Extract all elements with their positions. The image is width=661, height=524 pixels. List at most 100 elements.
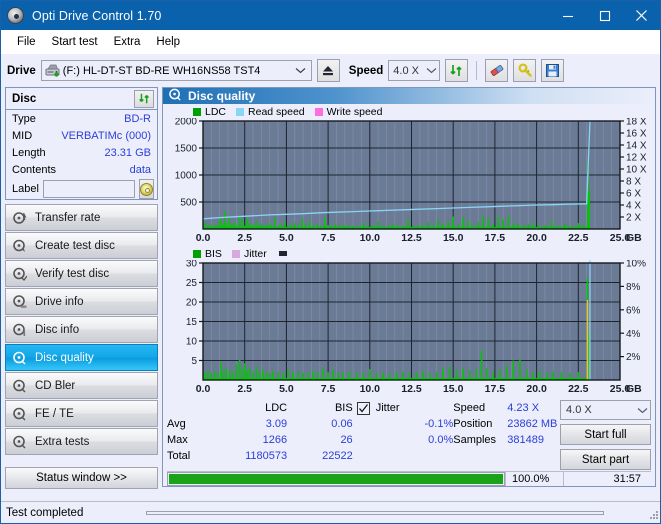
total-ldc: 1180573: [245, 450, 288, 462]
disc-label-input[interactable]: [42, 180, 135, 198]
status-bar: Test completed: [1, 501, 660, 523]
save-button[interactable]: [541, 59, 565, 82]
eject-button[interactable]: [316, 59, 340, 82]
menu-item-file[interactable]: File: [9, 34, 44, 50]
disc-value: 23.31 GB: [104, 146, 151, 159]
toolbar-separator: [476, 61, 478, 80]
sidebar-item-verify-test-disc[interactable]: Verify test disc: [5, 260, 158, 287]
sidebar-item-cd-bler[interactable]: CD Bler: [5, 372, 158, 399]
sidebar-item-extra-tests[interactable]: Extra tests: [5, 428, 158, 455]
sidebar-item-label: Verify test disc: [35, 267, 110, 280]
start-full-button[interactable]: Start full: [560, 424, 651, 445]
svg-text:10.0: 10.0: [360, 383, 381, 395]
chevron-down-icon[interactable]: [634, 407, 650, 414]
minimize-icon[interactable]: [549, 1, 586, 30]
panel-elapsed-time: 31:57: [563, 472, 651, 486]
column-header-bis: BIS: [334, 402, 353, 414]
svg-text:8 X: 8 X: [626, 177, 641, 188]
close-icon[interactable]: [623, 1, 660, 30]
refresh-button[interactable]: [445, 59, 469, 82]
disc-transfer-icon: [13, 211, 27, 225]
legend-label-read-speed: Read speed: [248, 105, 305, 118]
menu-item-extra[interactable]: Extra: [106, 34, 149, 50]
sidebar-item-label: Extra tests: [35, 435, 90, 448]
svg-text:GB: GB: [626, 232, 642, 244]
svg-text:10.0: 10.0: [360, 232, 381, 244]
svg-text:4 X: 4 X: [626, 201, 641, 212]
chevron-down-icon[interactable]: [423, 67, 439, 74]
plugin-button[interactable]: [513, 59, 537, 82]
drive-toolbar: Drive (F:) HL-DT-ST BD-RE WH16NS58 TST4: [1, 54, 660, 87]
jitter-label: Jitter: [375, 402, 400, 414]
speed-select[interactable]: 4.0 X: [388, 60, 441, 81]
svg-text:30: 30: [186, 260, 198, 270]
chart1-legend: LDC Read speed Write speed: [165, 105, 653, 118]
disc-refresh-button[interactable]: [134, 89, 154, 108]
svg-text:5: 5: [191, 356, 197, 367]
sidebar-item-label: FE / TE: [35, 407, 74, 420]
disc-drive-icon: [13, 294, 27, 309]
svg-text:17.5: 17.5: [485, 232, 506, 244]
start-part-button[interactable]: Start part: [560, 449, 651, 470]
svg-text:7.5: 7.5: [321, 383, 336, 395]
panel-progress-bar: [167, 472, 505, 486]
sidebar-item-label: Drive info: [35, 295, 84, 308]
table-row: Total 1180573 22522: [167, 448, 353, 464]
sidebar-item-drive-info[interactable]: Drive info: [5, 288, 158, 315]
test-speed-select[interactable]: 4.0 X: [560, 400, 651, 420]
chart-ldc-readspeed[interactable]: 2000 1500 1000 500 18 X 16 X 14 X 12 X 10 X8 X6 …: [165, 118, 653, 245]
disc-info-icon: [13, 323, 27, 337]
svg-text:20.0: 20.0: [526, 232, 547, 244]
chart2-legend: BIS Jitter: [165, 247, 653, 260]
disc-quality-icon: [169, 88, 182, 104]
chevron-down-icon[interactable]: [293, 67, 309, 74]
svg-text:22.5: 22.5: [568, 383, 589, 395]
svg-text:2000: 2000: [175, 118, 198, 128]
svg-text:2.5: 2.5: [237, 383, 252, 395]
disc-key: Length: [12, 146, 46, 159]
disc-quality-panel: Disc quality LDC Read speed Write speed …: [162, 87, 656, 487]
max-bis: 26: [340, 434, 353, 446]
status-window-button[interactable]: Status window >>: [5, 467, 158, 489]
sidebar-item-label: Disc info: [35, 323, 80, 336]
menu-bar: File Start test Extra Help: [1, 30, 660, 54]
test-speed-value: 4.0 X: [566, 404, 592, 416]
disc-extra-icon: [13, 435, 27, 449]
disc-create-icon: [13, 239, 27, 253]
svg-text:10: 10: [186, 337, 198, 348]
menu-item-help[interactable]: Help: [148, 34, 188, 50]
maximize-icon[interactable]: [586, 1, 623, 30]
sidebar-item-disc-quality[interactable]: Disc quality: [5, 344, 158, 371]
speed-value: 4.0 X: [393, 64, 419, 77]
drive-select[interactable]: (F:) HL-DT-ST BD-RE WH16NS58 TST4: [40, 60, 312, 81]
jitter-checkbox[interactable]: [356, 401, 370, 415]
sidebar-item-transfer-rate[interactable]: Transfer rate: [5, 204, 158, 231]
main-body: Disc Type BD-R MID VERBATIMc (000) Lengt…: [1, 87, 660, 489]
window-title: Opti Drive Control 1.70: [32, 8, 162, 23]
sidebar-item-disc-info[interactable]: Disc info: [5, 316, 158, 343]
status-text: Test completed: [6, 506, 84, 519]
svg-text:4%: 4%: [626, 329, 641, 340]
svg-text:16 X: 16 X: [626, 129, 647, 140]
panel-progress-row: 100.0% 31:57: [167, 471, 651, 486]
svg-text:15.0: 15.0: [443, 232, 464, 244]
marker-glyph: [278, 251, 287, 256]
erase-button[interactable]: [485, 59, 509, 82]
cd-icon: [139, 182, 153, 196]
menu-item-start-test[interactable]: Start test: [44, 34, 106, 50]
svg-text:15.0: 15.0: [443, 383, 464, 395]
resize-grip[interactable]: [648, 509, 660, 521]
sidebar-item-create-test-disc[interactable]: Create test disc: [5, 232, 158, 259]
disc-label-button[interactable]: [138, 179, 154, 199]
disc-fete-icon: [13, 407, 27, 421]
disc-row-mid: MID VERBATIMc (000): [6, 127, 157, 144]
chart-bis-jitter[interactable]: 30 25 20 15 10 5 10% 8% 6% 4% 2% 0.0 2.5 5.0 7.5 10.0 12…: [165, 260, 653, 396]
legend-swatch-jitter: [231, 249, 240, 258]
sidebar-item-fe-te[interactable]: FE / TE: [5, 400, 158, 427]
drive-value: (F:) HL-DT-ST BD-RE WH16NS58 TST4: [62, 64, 261, 77]
sidebar-item-label: CD Bler: [35, 379, 76, 392]
speed-label: Speed: [348, 64, 384, 77]
svg-text:6%: 6%: [626, 305, 641, 316]
position-label: Position: [453, 418, 493, 430]
